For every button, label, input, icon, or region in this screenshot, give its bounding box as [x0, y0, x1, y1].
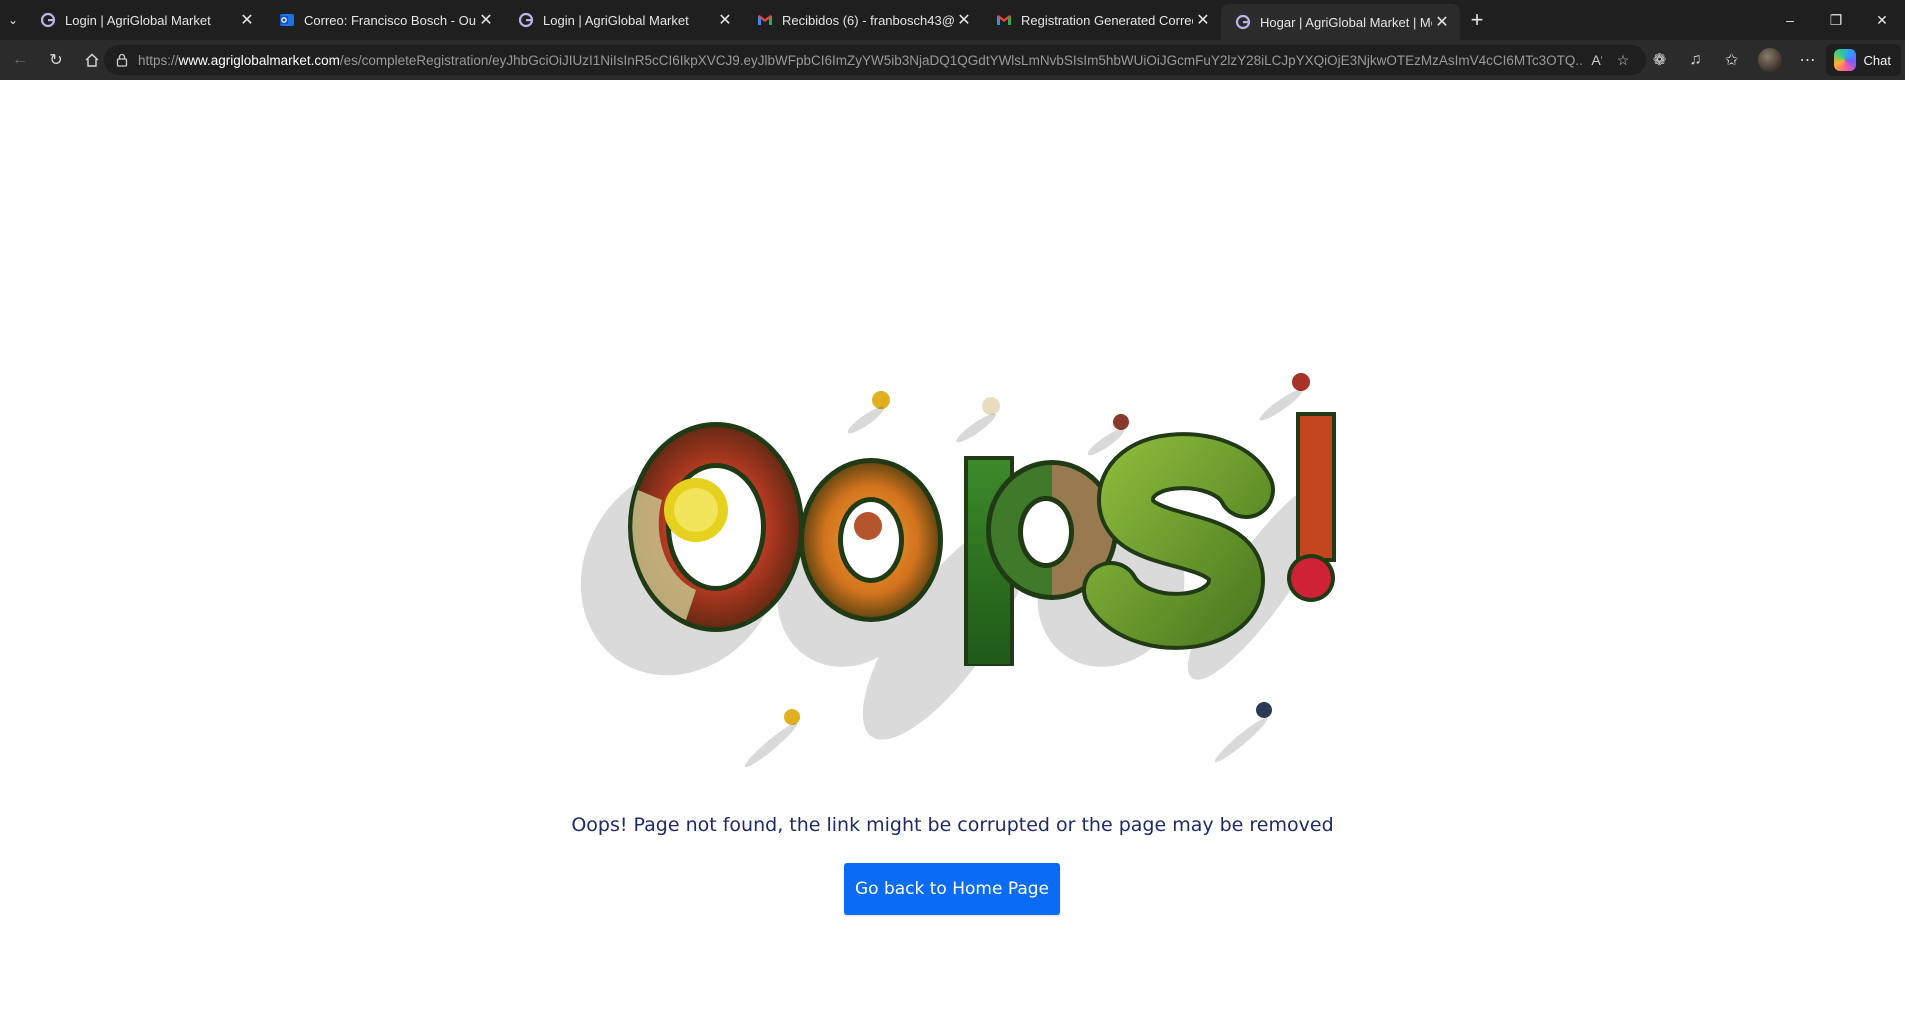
window-close-icon[interactable]: ✕ [1859, 0, 1905, 40]
url-text[interactable]: https://www.agriglobalmarket.com/es/comp… [138, 53, 1584, 68]
tab-hogar-active[interactable]: Hogar | AgriGlobal Market | Mercado ✕ [1221, 4, 1460, 40]
tab-actions-chevron-icon[interactable]: ⌄ [0, 0, 26, 40]
profile-avatar[interactable] [1757, 48, 1782, 72]
close-icon[interactable]: ✕ [954, 10, 974, 30]
new-tab-plus-icon[interactable]: + [1460, 0, 1494, 40]
agriglobal-icon [1235, 14, 1251, 30]
tab-title: Login | AgriGlobal Market [65, 12, 211, 28]
tab-gmail-registration[interactable]: Registration Generated Correctly - ✕ [982, 0, 1221, 40]
tab-title: Login | AgriGlobal Market [543, 12, 689, 28]
error-message: Oops! Page not found, the link might be … [571, 814, 1334, 836]
read-aloud-icon[interactable]: A’ [1584, 47, 1610, 73]
close-icon[interactable]: ✕ [1432, 12, 1452, 32]
url-host: www.agriglobalmarket.com [178, 52, 340, 68]
close-icon[interactable]: ✕ [1193, 10, 1213, 30]
tab-title: Hogar | AgriGlobal Market | Mercado [1260, 14, 1432, 30]
tab-title: Registration Generated Correctly - [1021, 12, 1193, 28]
browser-toolbar: ← ↻ https://www.agriglobalmarket.com/es/… [0, 40, 1905, 80]
browser-essentials-icon[interactable]: ♫ [1678, 44, 1714, 76]
refresh-icon[interactable]: ↻ [38, 44, 74, 76]
close-icon[interactable]: ✕ [476, 10, 496, 30]
tab-title: Correo: Francisco Bosch - Outlook [304, 12, 476, 28]
favorites-icon[interactable]: ✩ [1714, 44, 1750, 76]
gmail-icon [997, 15, 1011, 25]
close-icon[interactable]: ✕ [715, 10, 735, 30]
more-menu-icon[interactable]: ⋯ [1790, 44, 1826, 76]
url-scheme: https:// [138, 52, 179, 68]
page-content: Oops! Page not found, the link might be … [0, 80, 1905, 1028]
tab-login-1[interactable]: Login | AgriGlobal Market ✕ [26, 0, 265, 40]
back-arrow-icon[interactable]: ← [2, 44, 38, 76]
favorite-star-icon[interactable]: ☆ [1610, 47, 1636, 73]
window-controls: – ❐ ✕ [1767, 0, 1905, 40]
toolbar-right: ❁ ♫ ✩ ⋯ Chat [1642, 40, 1905, 80]
gmail-icon [758, 15, 772, 25]
close-icon[interactable]: ✕ [237, 10, 257, 30]
lock-icon[interactable] [114, 52, 130, 68]
go-home-button[interactable]: Go back to Home Page [844, 863, 1060, 915]
outlook-icon [280, 14, 294, 26]
tab-outlook[interactable]: Correo: Francisco Bosch - Outlook ✕ [265, 0, 504, 40]
oops-illustration [580, 373, 1336, 768]
url-path: /es/completeRegistration/eyJhbGciOiJIUzI… [339, 52, 1584, 68]
tab-gmail-inbox[interactable]: Recibidos (6) - franbosch43@gmail.com ✕ [743, 0, 982, 40]
tab-strip: ⌄ Login | AgriGlobal Market ✕ Correo: Fr… [0, 0, 1905, 40]
agriglobal-icon [518, 12, 534, 28]
agriglobal-icon [40, 12, 56, 28]
restore-icon[interactable]: ❐ [1813, 0, 1859, 40]
copilot-icon [1833, 49, 1856, 71]
extensions-puzzle-icon[interactable]: ❁ [1642, 44, 1678, 76]
chat-label: Chat [1863, 52, 1891, 68]
tab-login-2[interactable]: Login | AgriGlobal Market ✕ [504, 0, 743, 40]
tab-title: Recibidos (6) - franbosch43@gmail.com [782, 12, 954, 28]
address-bar[interactable]: https://www.agriglobalmarket.com/es/comp… [104, 45, 1646, 75]
minimize-icon[interactable]: – [1767, 0, 1813, 40]
copilot-chat-button[interactable]: Chat [1825, 44, 1901, 76]
